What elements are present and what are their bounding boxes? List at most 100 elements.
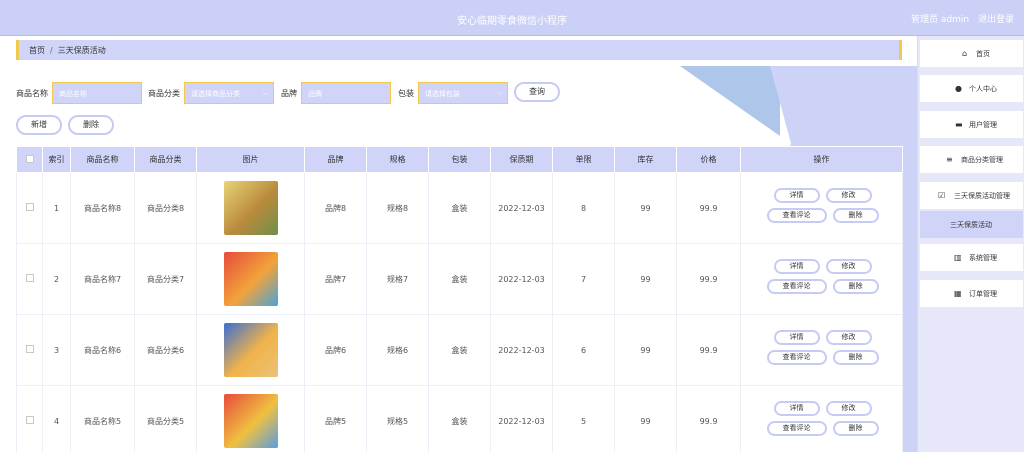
sidebar: ⌂ 首页 ● 个人中心 ▬ 用户管理 ≡ 商品分类管理 ☑ 三天保质活动管理 三… (917, 36, 1024, 452)
delete-button[interactable]: 删除 (832, 279, 879, 294)
cell-image (196, 385, 305, 452)
cell-expiry: 2022-12-03 (490, 314, 553, 386)
sidebar-item-users[interactable]: ▬ 用户管理 (920, 111, 1023, 138)
sidebar-item-profile[interactable]: ● 个人中心 (920, 75, 1023, 102)
checkbox-icon (25, 274, 34, 282)
sidebar-item-activity-management[interactable]: ☑ 三天保质活动管理 (920, 182, 1023, 209)
cell-image (196, 243, 305, 315)
cell-price: 99.9 (676, 243, 741, 315)
delete-button[interactable]: 删除 (832, 208, 879, 223)
cell-expiry: 2022-12-03 (490, 243, 553, 315)
brand-input[interactable]: 品牌 (301, 82, 391, 104)
row-checkbox[interactable] (16, 172, 43, 244)
header-category: 商品分类 (134, 146, 197, 173)
view-comments-button[interactable]: 查看评论 (766, 279, 827, 294)
product-image (223, 181, 278, 235)
cell-package: 盒装 (428, 243, 491, 315)
sidebar-item-label: 首页 (976, 50, 990, 58)
checkbox-icon (25, 345, 34, 353)
header-price: 价格 (676, 146, 741, 173)
row-actions: 详情 修改 查看评论 删除 (766, 188, 879, 228)
cell-index: 1 (42, 172, 71, 244)
view-comments-button[interactable]: 查看评论 (766, 208, 827, 223)
breadcrumb-current: 三天保质活动 (57, 46, 106, 55)
row-actions: 详情 修改 查看评论 删除 (766, 401, 879, 441)
delete-button[interactable]: 删除 (832, 421, 879, 436)
row-checkbox[interactable] (16, 385, 43, 452)
chevron-down-icon: ⌵ (496, 89, 502, 97)
header-expiry: 保质期 (490, 146, 553, 173)
table-header-row: 索引 商品名称 商品分类 图片 品牌 规格 包装 保质期 单限 库存 价格 操作 (16, 146, 903, 173)
sidebar-item-orders[interactable]: ▦ 订单管理 (920, 280, 1023, 307)
sidebar-subitem-activity[interactable]: 三天保质活动 (920, 211, 1023, 238)
row-checkbox[interactable] (16, 243, 43, 315)
category-label: 商品分类 (148, 89, 180, 98)
checkbox-icon (25, 203, 34, 211)
view-comments-button[interactable]: 查看评论 (766, 350, 827, 365)
edit-button[interactable]: 修改 (825, 188, 872, 203)
sidebar-item-label: 三天保质活动 (950, 221, 992, 229)
cell-actions: 详情 修改 查看评论 删除 (740, 243, 903, 315)
decorative-triangle (680, 66, 780, 136)
detail-button[interactable]: 详情 (773, 188, 820, 203)
cell-stock: 99 (614, 172, 677, 244)
category-select[interactable]: 请选择商品分类 ⌵ (184, 82, 274, 104)
sidebar-item-label: 商品分类管理 (961, 156, 1003, 164)
breadcrumb-home[interactable]: 首页 (29, 46, 45, 55)
brand-label: 品牌 (281, 89, 297, 98)
cell-actions: 详情 修改 查看评论 删除 (740, 172, 903, 244)
edit-button[interactable]: 修改 (825, 259, 872, 274)
view-comments-button[interactable]: 查看评论 (766, 421, 827, 436)
package-select[interactable]: 请选择包装 ⌵ (418, 82, 508, 104)
table-row: 1 商品名称8 商品分类8 品牌8 规格8 盒装 2022-12-03 8 99… (16, 172, 903, 244)
top-bar: 安心临期零食微信小程序 管理员 admin 退出登录 (0, 0, 1024, 36)
edit-button[interactable]: 修改 (825, 401, 872, 416)
cell-category: 商品分类5 (134, 385, 197, 452)
sidebar-item-system[interactable]: ▥ 系统管理 (920, 244, 1023, 271)
home-icon: ⌂ (962, 49, 968, 58)
query-button[interactable]: 查询 (514, 82, 560, 102)
cell-actions: 详情 修改 查看评论 删除 (740, 314, 903, 386)
checkbox-icon (25, 154, 34, 163)
detail-button[interactable]: 详情 (773, 401, 820, 416)
sidebar-item-home[interactable]: ⌂ 首页 (920, 40, 1023, 67)
batch-delete-button[interactable]: 删除 (68, 115, 114, 135)
cell-price: 99.9 (676, 385, 741, 452)
cell-brand: 品牌5 (304, 385, 367, 452)
select-all-checkbox[interactable] (16, 146, 43, 173)
sidebar-item-category[interactable]: ≡ 商品分类管理 (920, 146, 1023, 173)
name-label: 商品名称 (16, 89, 48, 98)
cell-limit: 5 (552, 385, 615, 452)
name-input[interactable]: 商品名称 (52, 82, 142, 104)
sidebar-item-label: 三天保质活动管理 (954, 192, 1010, 200)
header-spec: 规格 (366, 146, 429, 173)
header-limit: 单限 (552, 146, 615, 173)
cell-stock: 99 (614, 314, 677, 386)
row-checkbox[interactable] (16, 314, 43, 386)
add-button[interactable]: 新增 (16, 115, 62, 135)
detail-button[interactable]: 详情 (773, 330, 820, 345)
bar-chart-icon: ▥ (954, 253, 962, 262)
header-image: 图片 (196, 146, 305, 173)
cell-spec: 规格7 (366, 243, 429, 315)
brand-placeholder: 品牌 (308, 90, 322, 98)
sidebar-item-label: 用户管理 (969, 121, 997, 129)
cell-category: 商品分类8 (134, 172, 197, 244)
cell-category: 商品分类6 (134, 314, 197, 386)
detail-button[interactable]: 详情 (773, 259, 820, 274)
breadcrumb-separator: / (50, 46, 53, 55)
checkbox-icon: ☑ (938, 191, 946, 200)
cell-stock: 99 (614, 385, 677, 452)
product-image (223, 323, 278, 377)
cell-limit: 6 (552, 314, 615, 386)
row-actions: 详情 修改 查看评论 删除 (766, 259, 879, 299)
delete-button[interactable]: 删除 (832, 350, 879, 365)
checkbox-icon (25, 416, 34, 424)
app-title: 安心临期零食微信小程序 (457, 16, 567, 27)
edit-button[interactable]: 修改 (825, 330, 872, 345)
logout-link[interactable]: 退出登录 (978, 15, 1014, 25)
cell-expiry: 2022-12-03 (490, 385, 553, 452)
cell-name: 商品名称8 (70, 172, 135, 244)
table-row: 3 商品名称6 商品分类6 品牌6 规格6 盒装 2022-12-03 6 99… (16, 314, 903, 386)
cell-name: 商品名称6 (70, 314, 135, 386)
